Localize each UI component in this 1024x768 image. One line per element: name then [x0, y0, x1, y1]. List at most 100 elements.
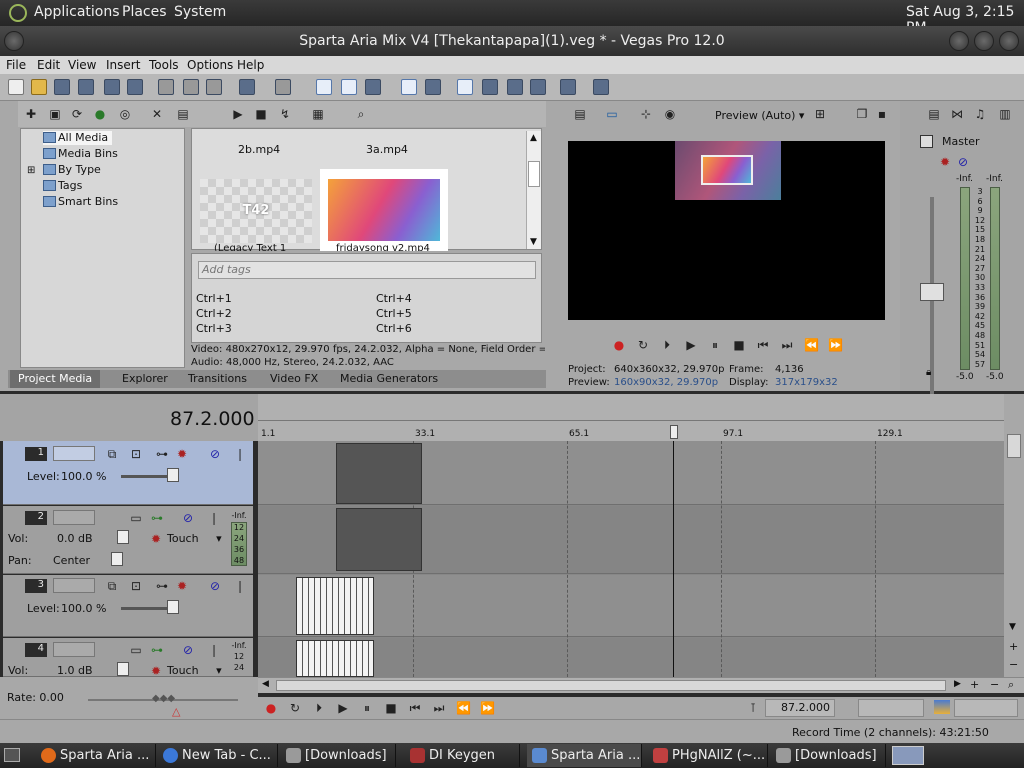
mixer-dim-icon[interactable]: ♫: [973, 107, 987, 121]
remove-icon[interactable]: ✕: [150, 107, 164, 121]
menu-help[interactable]: Help: [237, 58, 264, 72]
overlays-icon[interactable]: ⊞: [813, 107, 827, 121]
selection-length-field[interactable]: [954, 699, 1018, 717]
video-event[interactable]: [336, 443, 422, 504]
loop-icon[interactable]: ↻: [636, 338, 650, 352]
task-vegas[interactable]: Sparta Aria ...: [36, 744, 156, 767]
expand-icon[interactable]: ⊞: [27, 165, 35, 176]
play-media-icon[interactable]: ▶: [231, 107, 245, 121]
track-header-4[interactable]: 4 ▭ ⊶ ⊘ ❘ Vol: 1.0 dB ✹ Touch ▾ -Inf. 12…: [3, 638, 253, 677]
track-name-field[interactable]: [53, 642, 95, 657]
scroll-left-icon[interactable]: ◀: [262, 679, 269, 689]
save-snapshot-icon[interactable]: ▪: [875, 107, 889, 121]
selection-start-field[interactable]: [858, 699, 924, 717]
task-new-tab[interactable]: New Tab - C...: [158, 744, 278, 767]
track-composite-icon[interactable]: ⊶: [155, 447, 169, 461]
track-header-3[interactable]: 3 ⧉ ⊡ ⊶ ✹ ⊘ ❘ Level: 100.0 %: [3, 575, 253, 637]
search-media-icon[interactable]: ◎: [118, 107, 132, 121]
media-name[interactable]: 3a.mp4: [366, 143, 408, 156]
mixer-properties-icon[interactable]: ▤: [927, 107, 941, 121]
open-project-icon[interactable]: [31, 79, 47, 95]
timeline-vertical-scrollbar[interactable]: ▼ + −: [1004, 394, 1024, 677]
track-header-2[interactable]: 2 ▭ ⊶ ⊘ ❘ Vol: 0.0 dB ✹ Touch ▾ Pan: Cen…: [3, 506, 253, 574]
menu-options[interactable]: Options: [187, 58, 233, 72]
automation-mode-dropdown[interactable]: Touch ▾: [167, 664, 222, 676]
track-solo-icon[interactable]: ❘: [207, 511, 221, 525]
import-media-icon[interactable]: ✚: [24, 107, 38, 121]
refresh-icon[interactable]: ●: [93, 107, 107, 121]
video-event[interactable]: [296, 577, 374, 635]
track-solo-icon[interactable]: ❘: [233, 447, 247, 461]
rate-slider-thumb[interactable]: ◆◆◆: [152, 693, 175, 705]
zoom-in-time-icon[interactable]: +: [970, 678, 979, 691]
external-monitor-icon[interactable]: ▭: [605, 107, 619, 121]
whats-this-icon[interactable]: [593, 79, 609, 95]
stop-icon[interactable]: ■: [732, 338, 746, 352]
tab-transitions[interactable]: Transitions: [188, 372, 247, 385]
auto-preview-icon[interactable]: ↯: [278, 107, 292, 121]
pan-slider-thumb[interactable]: [111, 552, 123, 566]
track-name-field[interactable]: [53, 446, 95, 461]
track-motion-icon[interactable]: ⧉: [105, 447, 119, 461]
go-to-end-icon[interactable]: ⏭: [780, 338, 794, 352]
properties-icon[interactable]: [127, 79, 143, 95]
mixer-downmix-icon[interactable]: ⋈: [950, 107, 964, 121]
track-fx-icon[interactable]: ▭: [129, 511, 143, 525]
tag-shortcut[interactable]: Ctrl+5: [376, 307, 412, 320]
audio-event[interactable]: [296, 640, 374, 677]
tree-item-media-bins[interactable]: Media Bins: [43, 147, 118, 161]
automation-mode-dropdown[interactable]: Touch ▾: [167, 532, 222, 545]
split-screen-icon[interactable]: ⊹: [639, 107, 653, 121]
zoom-out-icon[interactable]: −: [1009, 658, 1018, 671]
menu-tools[interactable]: Tools: [149, 58, 179, 72]
playhead-marker[interactable]: [670, 425, 678, 439]
track-fx-icon[interactable]: ▭: [129, 643, 143, 657]
tag-shortcut[interactable]: Ctrl+6: [376, 322, 412, 335]
track-output-icon[interactable]: ⊶: [150, 511, 164, 525]
envelope-tool-icon[interactable]: [341, 79, 357, 95]
menu-edit[interactable]: Edit: [37, 58, 60, 72]
track-mute-icon[interactable]: ⊘: [181, 511, 195, 525]
add-tags-input[interactable]: Add tags: [198, 261, 536, 279]
timeline-tracks[interactable]: [258, 441, 1004, 677]
redo-icon[interactable]: [275, 79, 291, 95]
zoom-in-icon[interactable]: +: [1009, 640, 1018, 653]
tab-explorer[interactable]: Explorer: [122, 372, 168, 385]
task-di-keygen[interactable]: DI Keygen: [405, 744, 520, 767]
audio-event[interactable]: [336, 508, 422, 571]
preview-quality-dropdown[interactable]: Preview (Auto) ▾: [715, 109, 804, 122]
previous-frame-icon[interactable]: ⏪: [804, 338, 819, 352]
preview-fx-icon[interactable]: ◉: [663, 107, 677, 121]
go-to-start-icon[interactable]: ⏮: [408, 701, 422, 715]
menu-file[interactable]: File: [6, 58, 26, 72]
record-icon[interactable]: ●: [264, 701, 278, 715]
master-fader[interactable]: [920, 283, 944, 301]
tag-shortcut[interactable]: Ctrl+1: [196, 292, 232, 305]
lock-icon[interactable]: [530, 79, 546, 95]
scroll-up-icon[interactable]: ▲: [530, 133, 537, 143]
applications-menu[interactable]: Applications: [34, 4, 120, 20]
automation-icon[interactable]: ✹: [149, 664, 163, 676]
track-fx-icon[interactable]: ⊡: [129, 447, 143, 461]
copy-snapshot-icon[interactable]: ❐: [855, 107, 869, 121]
stop-icon[interactable]: ■: [384, 701, 398, 715]
tree-item-by-type[interactable]: By Type: [43, 163, 101, 177]
track-mute-icon[interactable]: ⊘: [208, 579, 222, 593]
places-menu[interactable]: Places: [122, 4, 167, 20]
media-scrollbar[interactable]: ▲ ▼: [526, 131, 541, 249]
next-frame-icon[interactable]: ⏩: [480, 701, 495, 715]
tab-project-media[interactable]: Project Media: [10, 370, 101, 388]
search-icon[interactable]: ⌕: [354, 107, 368, 121]
task-sparta-aria[interactable]: Sparta Aria ...: [527, 744, 642, 767]
go-to-end-icon[interactable]: ⏭: [432, 701, 446, 715]
tag-shortcut[interactable]: Ctrl+2: [196, 307, 232, 320]
track-solo-icon[interactable]: ❘: [207, 643, 221, 657]
automation-icon[interactable]: ✹: [149, 532, 163, 546]
save-as-icon[interactable]: [78, 79, 94, 95]
paste-icon[interactable]: [206, 79, 222, 95]
auto-crossfade-icon[interactable]: [482, 79, 498, 95]
track-motion-icon[interactable]: ⧉: [105, 579, 119, 593]
scroll-right-icon[interactable]: ▶: [954, 679, 961, 689]
level-slider-thumb[interactable]: [167, 600, 179, 614]
task-downloads[interactable]: [Downloads]: [281, 744, 396, 767]
